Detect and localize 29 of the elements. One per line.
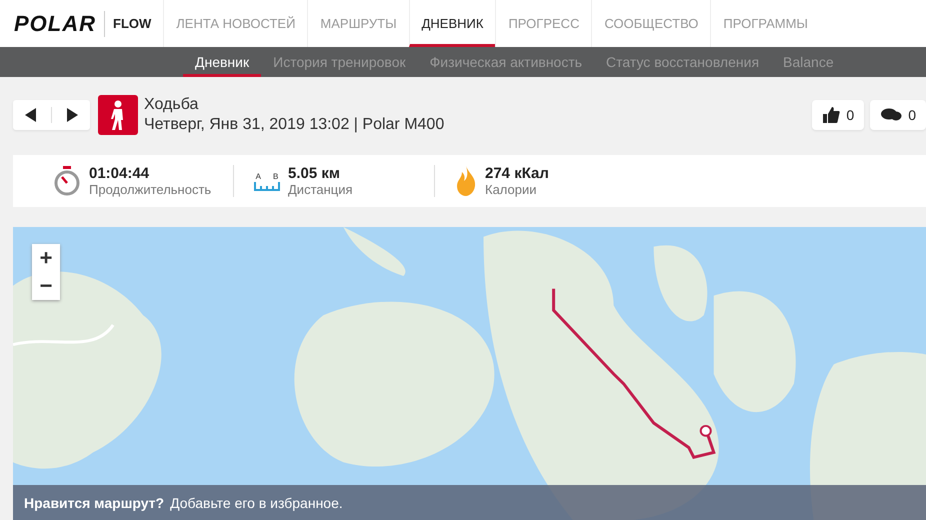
subnav-tab[interactable]: Физическая активность [418,47,594,77]
stat-label: Дистанция [288,182,353,197]
flame-icon [455,166,477,196]
subnav-tab[interactable]: Balance [771,47,846,77]
walking-icon [98,95,138,135]
subnav-tab[interactable]: Дневник [183,47,262,77]
stat-label: Калории [485,182,538,197]
banner-text: Добавьте его в избранное. [170,495,343,511]
session-details: Четверг, Янв 31, 2019 13:02 | Polar M400 [144,115,444,135]
next-icon[interactable] [66,108,78,122]
subnav-tab[interactable]: Статус восстановления [594,47,772,77]
thumbs-up-icon [822,106,840,124]
stat-label: Продолжительность [89,182,212,197]
logo[interactable]: POLAR [14,10,105,36]
comment-button[interactable]: 0 [870,100,926,130]
stat-value: 5.05 км [288,165,341,182]
stat-value: 274 кКал [485,165,549,182]
stat-value: 01:04:44 [89,165,150,182]
zoom-in-button[interactable]: + [32,244,60,272]
stopwatch-icon [53,166,81,196]
zoom-out-button[interactable]: − [32,272,60,300]
speech-bubbles-icon [880,107,902,123]
previous-icon[interactable] [25,108,37,122]
sport-title: Ходьба [144,95,200,115]
banner-question: Нравится маршрут? [24,495,164,511]
route-map[interactable]: + − Нравится маршрут? Добавьте его в избранное. [13,227,926,520]
product-name: FLOW [112,16,152,31]
subnav-tab[interactable]: История тренировок [261,47,418,77]
like-button[interactable]: 0 [812,100,864,130]
